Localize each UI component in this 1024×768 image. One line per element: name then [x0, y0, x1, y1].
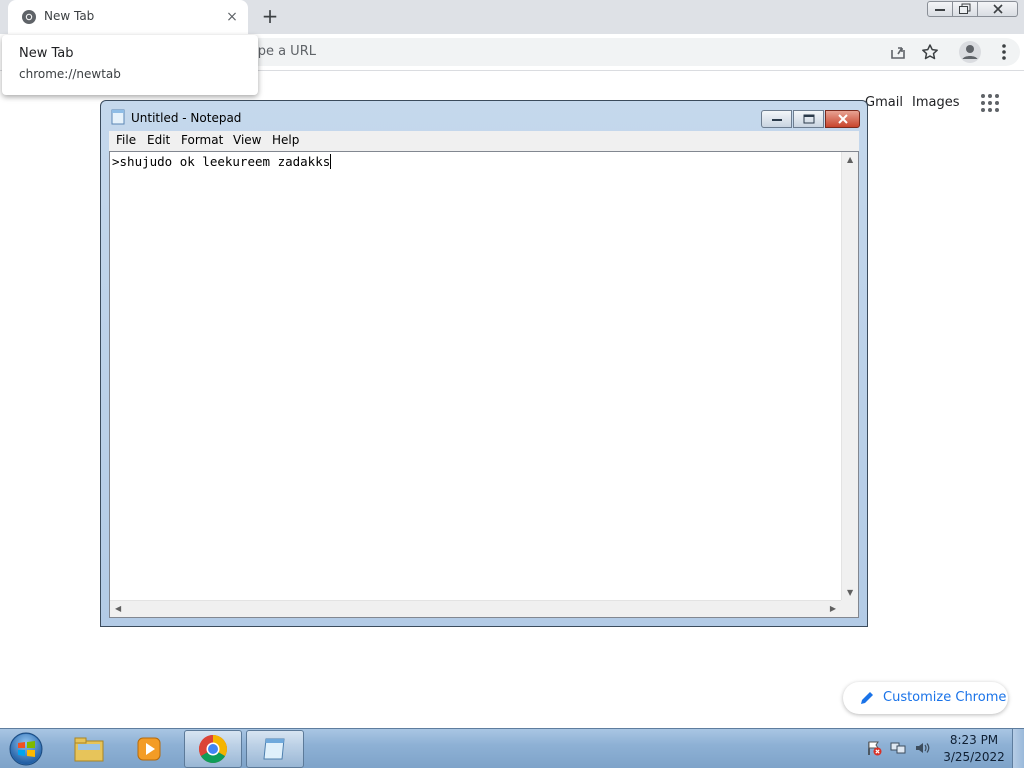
horizontal-scrollbar[interactable]: ◀ ▶ — [110, 600, 841, 617]
new-tab-button[interactable]: + — [258, 5, 282, 29]
chrome-minimize-button[interactable] — [927, 1, 953, 17]
menu-view[interactable]: View — [233, 133, 261, 147]
notepad-maximize-button[interactable] — [793, 110, 824, 128]
chrome-favicon-icon — [22, 10, 36, 24]
notepad-text-content: >shujudo ok leekureem zadakks — [112, 154, 331, 169]
show-desktop-button[interactable] — [1012, 729, 1024, 768]
scroll-down-arrow-icon[interactable]: ▼ — [847, 588, 853, 597]
scroll-right-arrow-icon[interactable]: ▶ — [830, 604, 836, 613]
notepad-menubar: File Edit Format View Help — [109, 131, 859, 151]
menu-format[interactable]: Format — [181, 133, 223, 147]
tab-hover-card: New Tab chrome://newtab — [2, 35, 258, 95]
bookmark-star-icon[interactable] — [918, 40, 942, 64]
tab-close-icon[interactable]: × — [222, 7, 242, 27]
action-center-flag-icon[interactable] — [866, 740, 882, 756]
images-link[interactable]: Images — [912, 95, 960, 110]
taskbar-clock-time[interactable]: 8:23 PM — [940, 733, 1008, 747]
google-apps-grid-icon[interactable] — [980, 93, 1000, 113]
chrome-icon — [199, 735, 227, 763]
taskbar-notepad-button[interactable] — [246, 730, 304, 768]
hover-card-url: chrome://newtab — [19, 67, 121, 81]
chrome-tabstrip: New Tab × + — [0, 0, 1024, 34]
notepad-text-area[interactable]: >shujudo ok leekureem zadakks ▲ ▼ ◀ ▶ — [109, 151, 859, 618]
chrome-close-button[interactable] — [977, 1, 1018, 17]
omnibox-placeholder: ype a URL — [250, 44, 316, 59]
scroll-left-arrow-icon[interactable]: ◀ — [115, 604, 121, 613]
menu-file[interactable]: File — [116, 133, 136, 147]
notepad-minimize-button[interactable] — [761, 110, 792, 128]
chrome-restore-button[interactable] — [952, 1, 978, 17]
notepad-icon — [263, 738, 285, 760]
customize-chrome-label: Customize Chrome — [883, 690, 1007, 705]
taskbar-chrome-button[interactable] — [184, 730, 242, 768]
notepad-app-icon — [111, 109, 125, 125]
tab-title: New Tab — [44, 9, 95, 23]
customize-chrome-button[interactable]: Customize Chrome — [843, 682, 1008, 714]
scroll-up-arrow-icon[interactable]: ▲ — [847, 155, 853, 164]
taskbar-clock-date[interactable]: 3/25/2022 — [940, 750, 1008, 764]
start-button[interactable] — [6, 730, 46, 768]
pencil-icon — [861, 692, 873, 704]
menu-edit[interactable]: Edit — [147, 133, 170, 147]
taskbar-media-player-button[interactable] — [120, 730, 178, 768]
gmail-link[interactable]: Gmail — [865, 95, 903, 110]
volume-icon[interactable] — [914, 740, 930, 756]
notepad-close-button[interactable] — [825, 110, 860, 128]
notepad-title: Untitled - Notepad — [131, 111, 242, 125]
media-player-icon — [137, 737, 161, 761]
share-icon[interactable] — [886, 40, 910, 64]
vertical-scrollbar[interactable]: ▲ ▼ — [841, 152, 858, 600]
profile-avatar-icon[interactable] — [958, 40, 982, 64]
taskbar-explorer-button[interactable] — [60, 730, 118, 768]
folder-icon — [74, 737, 104, 762]
text-caret — [330, 154, 332, 169]
size-grip-icon[interactable] — [841, 600, 858, 617]
tab-new-tab[interactable]: New Tab × — [8, 0, 248, 34]
chrome-menu-icon[interactable] — [992, 40, 1016, 64]
notepad-titlebar[interactable]: Untitled - Notepad — [101, 101, 867, 131]
notepad-window: Untitled - Notepad File Edit Format View… — [100, 100, 868, 627]
menu-help[interactable]: Help — [272, 133, 299, 147]
notepad-text-line: >shujudo ok leekureem zadakks — [112, 154, 332, 169]
network-icon[interactable] — [890, 740, 906, 756]
hover-card-title: New Tab — [19, 46, 74, 61]
